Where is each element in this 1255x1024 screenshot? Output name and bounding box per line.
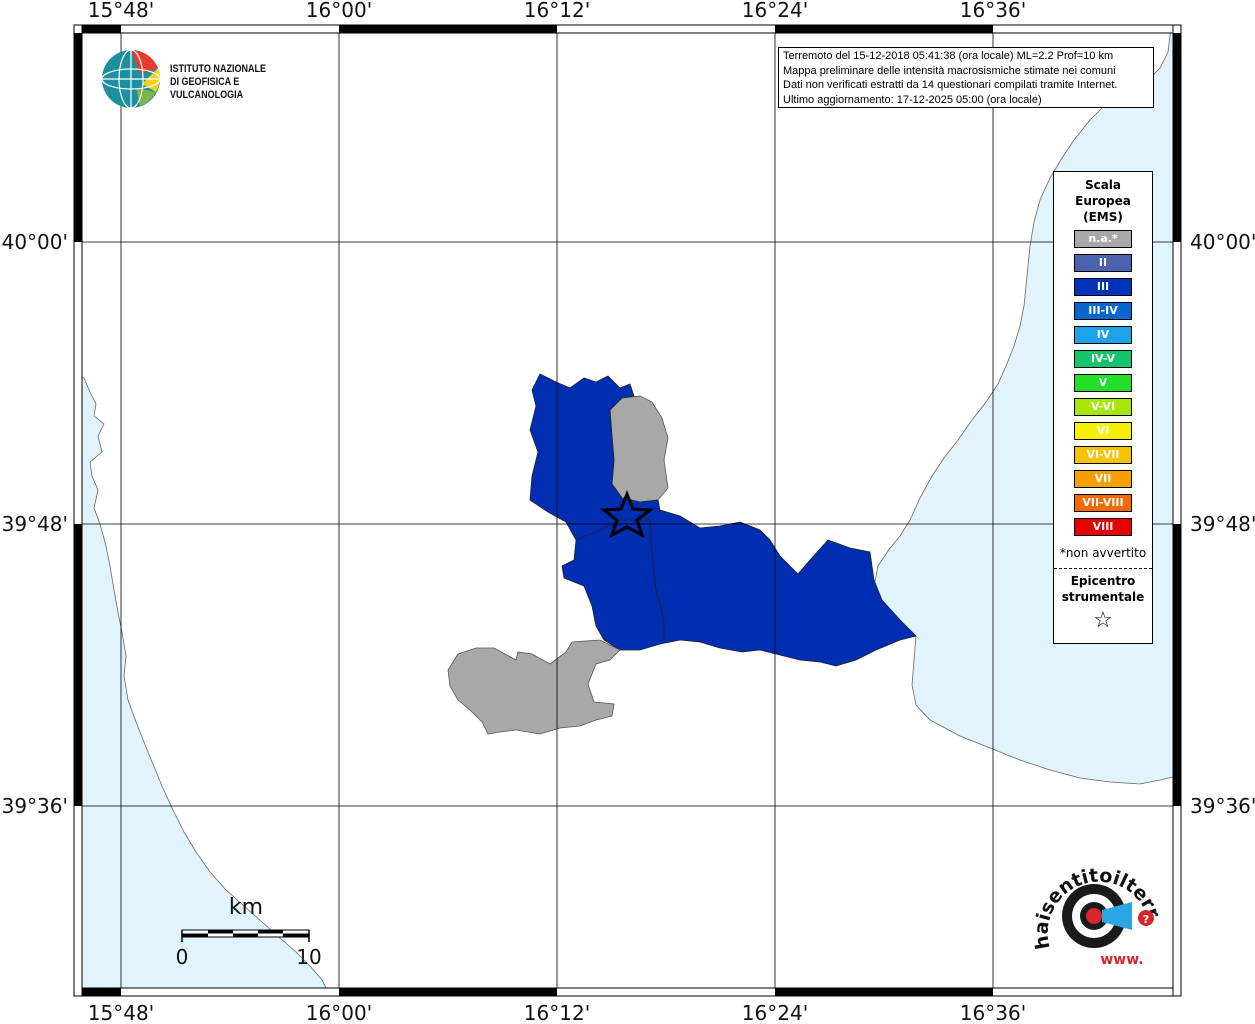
epicenter-label-line: Epicentro [1070, 574, 1136, 588]
legend-title-line: Scala [1084, 178, 1122, 192]
scale-min: 0 [176, 945, 189, 969]
lat-label: 39°36' [2, 794, 68, 818]
haisentito-logo: haisentitoilterremoto.it ? www. [1020, 841, 1170, 978]
event-line1: Terremoto del 15-12-2018 05:41:38 (ora l… [783, 50, 1114, 62]
lon-labels-top: 15°48' 16°00' 16°12' 16°24' 16°36' [88, 0, 1026, 22]
scale-unit: km [229, 895, 263, 920]
lon-label: 16°24' [742, 1001, 808, 1024]
legend-swatch: IV-V [1074, 350, 1132, 368]
legend-swatch: VII [1074, 470, 1132, 488]
event-line4: Ultimo aggiornamento: 17-12-2025 05:00 (… [783, 93, 1042, 106]
lat-label: 39°48' [1190, 512, 1255, 536]
legend-swatch: III [1074, 278, 1132, 296]
legend-swatch: VI [1074, 422, 1132, 440]
legend-swatch: III-IV [1074, 302, 1132, 320]
legend-epicenter-label: Epicentro strumentale [1054, 573, 1152, 605]
lon-label: 16°12' [524, 1001, 590, 1024]
lon-label: 16°36' [960, 1001, 1026, 1024]
lon-label: 16°24' [742, 0, 808, 22]
ingv-globe-icon [101, 49, 161, 109]
legend-title-line: Europea [1075, 194, 1131, 208]
scale-max: 10 [296, 945, 321, 969]
legend-swatch: VII-VIII [1074, 494, 1132, 512]
scale-bar: km 0 10 [170, 890, 330, 970]
legend-swatch: V [1074, 374, 1132, 392]
ingv-logo: ISTITUTO NAZIONALE DI GEOFISICA E VULCAN… [100, 46, 340, 110]
event-line3: Dati non verificati estratti da 14 quest… [783, 79, 1118, 91]
legend-note: *non avvertito [1059, 546, 1147, 560]
lat-label: 40°00' [2, 230, 68, 254]
legend-swatch: IV [1074, 326, 1132, 344]
legend-swatch: n.a.* [1074, 230, 1132, 248]
event-line2: Mappa preliminare delle intensità macros… [783, 64, 1116, 77]
lon-labels-bottom: 15°48' 16°00' 16°12' 16°24' 16°36' [88, 1001, 1026, 1024]
ems-legend: Scala Europea (EMS) n.a.* II III III-IV IV IV… [1053, 171, 1153, 644]
question-icon: ? [1143, 913, 1149, 926]
lat-labels-left: 40°00' 39°48' 39°36' [2, 230, 68, 818]
lat-label: 39°48' [2, 512, 68, 536]
lat-labels-right: 40°00' 39°48' 39°36' [1190, 230, 1255, 818]
lon-label: 16°00' [306, 0, 372, 22]
lon-label: 16°36' [960, 0, 1026, 22]
lat-label: 40°00' [1190, 230, 1255, 254]
event-info-box: Terremoto del 15-12-2018 05:41:38 (ora l… [778, 47, 1154, 108]
epicenter-label-line: strumentale [1061, 590, 1145, 604]
legend-swatch: II [1074, 254, 1132, 272]
legend-title: Scala Europea (EMS) [1054, 177, 1152, 225]
legend-swatch: V-VI [1074, 398, 1132, 416]
lon-label: 16°12' [524, 0, 590, 22]
lon-label: 15°48' [88, 1001, 154, 1024]
institute-line2: DI GEOFISICA E VULCANOLOGIA [170, 76, 244, 101]
legend-swatch: VI-VII [1074, 446, 1132, 464]
lon-label: 16°00' [306, 1001, 372, 1024]
star-outline-icon: ☆ [1093, 608, 1113, 633]
institute-line1: ISTITUTO NAZIONALE [170, 63, 267, 75]
lat-label: 39°36' [1190, 794, 1255, 818]
legend-title-line: (EMS) [1083, 210, 1123, 224]
www-prefix: www. [1100, 952, 1143, 968]
lon-label: 15°48' [88, 0, 154, 22]
legend-swatch: VIII [1074, 518, 1132, 536]
legend-separator [1054, 568, 1152, 569]
